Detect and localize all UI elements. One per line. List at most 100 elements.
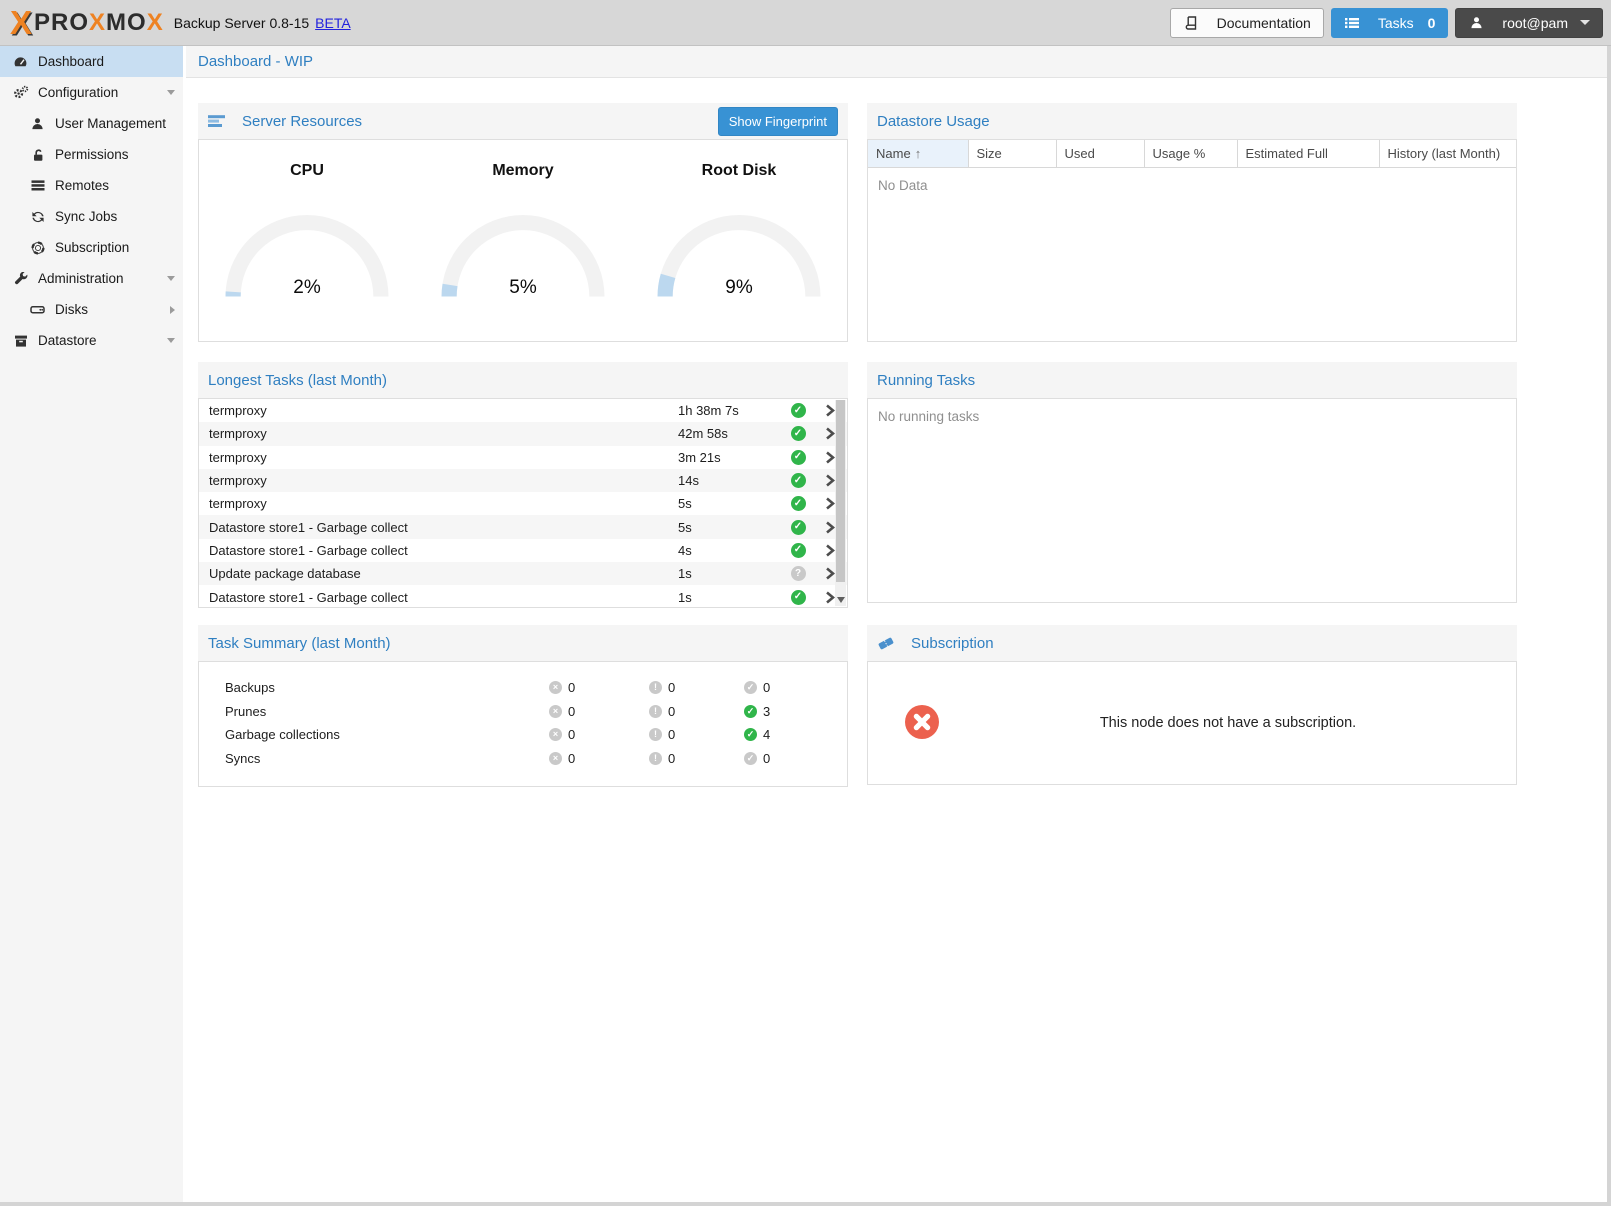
summary-label: Syncs (225, 751, 549, 766)
cpu-gauge: CPU 2% (199, 162, 415, 299)
sidebar-item-label: Remotes (55, 178, 109, 193)
expander-down-icon[interactable] (167, 90, 175, 95)
error-count-icon: × (549, 681, 562, 694)
task-summary-panel: Task Summary (last Month) Backups ×0 !0 … (198, 625, 848, 787)
gauge-value: 2% (217, 277, 397, 299)
sidebar-item-sync-jobs[interactable]: Sync Jobs (0, 201, 183, 232)
error-count: 0 (568, 704, 575, 719)
task-summary-body: Backups ×0 !0 ✓0 Prunes ×0 !0 ✓3 Garbage… (198, 661, 848, 787)
scrollbar-down-arrow-icon[interactable] (837, 597, 845, 603)
page-title-bar: Dashboard - WIP (186, 46, 1607, 78)
sidebar-item-label: Dashboard (38, 54, 104, 69)
sidebar-item-label: Datastore (38, 333, 97, 348)
sidebar-item-permissions[interactable]: Permissions (0, 139, 183, 170)
summary-row: Backups ×0 !0 ✓0 (199, 676, 847, 700)
task-name: termproxy (209, 473, 678, 488)
user-label: root@pam (1502, 15, 1568, 31)
task-row[interactable]: Datastore store1 - Garbage collect 5s ✓ (199, 515, 847, 538)
longest-tasks-header: Longest Tasks (last Month) (198, 362, 848, 398)
task-row[interactable]: termproxy 14s ✓ (199, 469, 847, 492)
task-list-icon (1344, 15, 1361, 30)
sidebar-item-user-management[interactable]: User Management (0, 108, 183, 139)
documentation-button[interactable]: Documentation (1170, 8, 1324, 38)
wrench-icon (12, 271, 29, 286)
gauge-label: Root Disk (631, 162, 847, 180)
warning-count: 0 (668, 727, 675, 742)
task-duration: 5s (678, 520, 783, 535)
summary-label: Garbage collections (225, 727, 549, 742)
cogs-icon (12, 85, 29, 100)
panel-title: Datastore Usage (877, 113, 990, 130)
task-row[interactable]: termproxy 1h 38m 7s ✓ (199, 399, 847, 422)
task-row[interactable]: termproxy 42m 58s ✓ (199, 422, 847, 445)
sidebar-item-dashboard[interactable]: Dashboard (0, 46, 183, 77)
expander-right-icon[interactable] (170, 306, 175, 314)
tasks-button[interactable]: Tasks 0 (1331, 8, 1449, 38)
warning-count-icon: ! (649, 705, 662, 718)
scrollbar-thumb[interactable] (836, 400, 845, 582)
column-header-estimated-full[interactable]: Estimated Full (1237, 140, 1379, 168)
task-row[interactable]: Datastore store1 - Garbage collect 1s ✓ (199, 585, 847, 608)
top-bar: X PROXMOX Backup Server 0.8-15 BETA Docu… (0, 0, 1611, 46)
proxmox-x-logo-icon: X (10, 8, 30, 38)
task-name: termproxy (209, 403, 678, 418)
column-header-size[interactable]: Size (968, 140, 1056, 168)
summary-label: Backups (225, 680, 549, 695)
user-icon (29, 116, 46, 131)
summary-row: Garbage collections ×0 !0 ✓4 (199, 723, 847, 747)
beta-link[interactable]: BETA (315, 15, 351, 31)
error-count-icon: × (549, 705, 562, 718)
task-row[interactable]: Update package database 1s ? (199, 562, 847, 585)
sidebar-item-subscription[interactable]: Subscription (0, 232, 183, 263)
sidebar-item-administration[interactable]: Administration (0, 263, 183, 294)
panel-title: Longest Tasks (last Month) (208, 372, 387, 389)
task-name: termproxy (209, 426, 678, 441)
task-row[interactable]: termproxy 3m 21s ✓ (199, 446, 847, 469)
sidebar-item-label: Disks (55, 302, 88, 317)
ok-count: 0 (763, 751, 770, 766)
no-data-text: No Data (868, 168, 1516, 203)
scrollbar[interactable] (835, 400, 846, 606)
column-header-history[interactable]: History (last Month) (1379, 140, 1516, 168)
summary-label: Prunes (225, 704, 549, 719)
task-status-icon: ✓ (791, 403, 806, 418)
task-status-icon: ✓ (791, 520, 806, 535)
gauge-value: 9% (649, 277, 829, 299)
task-name: termproxy (209, 450, 678, 465)
task-duration: 5s (678, 496, 783, 511)
error-count: 0 (568, 727, 575, 742)
ok-count: 3 (763, 704, 770, 719)
user-menu-button[interactable]: root@pam (1455, 8, 1603, 38)
error-count: 0 (568, 680, 575, 695)
task-row[interactable]: Datastore store1 - Garbage collect 4s ✓ (199, 539, 847, 562)
sidebar-item-label: Configuration (38, 85, 118, 100)
task-duration: 14s (678, 473, 783, 488)
subscription-body: This node does not have a subscription. (867, 661, 1517, 785)
sidebar-item-disks[interactable]: Disks (0, 294, 183, 325)
ok-count-icon: ✓ (744, 705, 757, 718)
sidebar-item-datastore[interactable]: Datastore (0, 325, 183, 356)
datastore-usage-body: Name↑ Size Used Usage % Estimated Full H… (867, 139, 1517, 342)
subscription-message: This node does not have a subscription. (940, 715, 1516, 731)
error-count-icon: × (549, 752, 562, 765)
archive-box-icon (12, 333, 29, 348)
column-header-name[interactable]: Name↑ (868, 140, 968, 168)
expander-down-icon[interactable] (167, 276, 175, 281)
column-header-usage-pct[interactable]: Usage % (1144, 140, 1237, 168)
product-name: Backup Server 0.8-15 (174, 15, 309, 31)
summary-row: Prunes ×0 !0 ✓3 (199, 700, 847, 724)
task-name: Datastore store1 - Garbage collect (209, 590, 678, 605)
ok-count: 4 (763, 727, 770, 742)
sidebar-item-label: Administration (38, 271, 124, 286)
sidebar-item-configuration[interactable]: Configuration (0, 77, 183, 108)
gauge-label: Memory (415, 162, 631, 180)
show-fingerprint-button[interactable]: Show Fingerprint (718, 107, 838, 136)
task-row[interactable]: termproxy 5s ✓ (199, 492, 847, 515)
column-header-used[interactable]: Used (1056, 140, 1144, 168)
server-resources-icon (208, 114, 225, 129)
expander-down-icon[interactable] (167, 338, 175, 343)
task-duration: 3m 21s (678, 450, 783, 465)
sidebar-item-remotes[interactable]: Remotes (0, 170, 183, 201)
main-content: Dashboard - WIP Server Resources Show Fi… (186, 46, 1607, 1202)
sort-asc-icon: ↑ (915, 146, 922, 161)
